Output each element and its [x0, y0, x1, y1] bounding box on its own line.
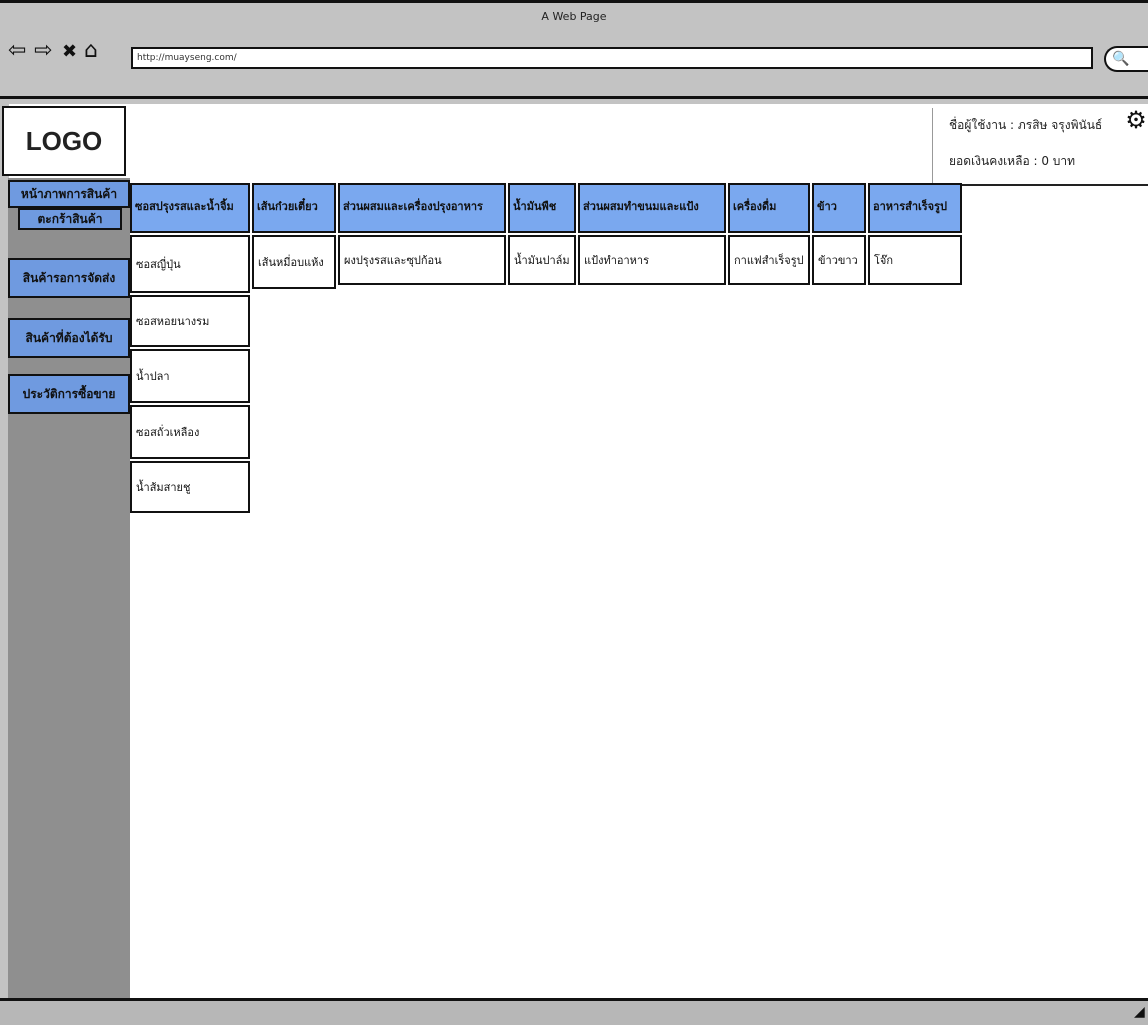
sidebar-item-products[interactable]: หน้าภาพการสินค้า — [8, 180, 130, 208]
subitem-stock-cubes[interactable]: ผงปรุงรสและซุปก้อน — [338, 235, 506, 285]
user-info-panel: ชื่อผู้ใช้งาน : ภรสิษ จรุงพินันธ์ ยอดเงิ… — [932, 108, 1148, 186]
sidebar: หน้าภาพการสินค้า ตะกร้าสินค้า สินค้ารอกา… — [8, 178, 130, 999]
back-arrow-icon[interactable]: ⇦ — [8, 40, 26, 62]
sidebar-item-cart[interactable]: ตะกร้าสินค้า — [18, 208, 122, 230]
subitem-oyster-sauce[interactable]: ซอสหอยนางรม — [130, 295, 250, 347]
subitem-porridge[interactable]: โจ๊ก — [868, 235, 962, 285]
balance-label: ยอดเงินคงเหลือ : 0 บาท — [949, 154, 1076, 168]
category-beverages[interactable]: เครื่องดื่ม — [728, 183, 810, 233]
home-icon[interactable]: ⌂ — [84, 40, 98, 62]
category-vegetable-oil[interactable]: น้ำมันพืช — [508, 183, 576, 233]
close-icon[interactable]: ✖ — [62, 43, 77, 61]
category-sauces[interactable]: ซอสปรุงรสและน้ำจิ้ม — [130, 183, 250, 233]
search-icon[interactable]: 🔍 — [1104, 46, 1148, 72]
status-bar — [0, 998, 1148, 1025]
toolbar-divider — [0, 96, 1148, 99]
subitem-cooking-flour[interactable]: แป้งทำอาหาร — [578, 235, 726, 285]
category-seasonings[interactable]: ส่วนผสมและเครื่องปรุงอาหาร — [338, 183, 506, 233]
gear-icon[interactable]: ⚙ — [1124, 108, 1148, 132]
subitem-white-rice[interactable]: ข้าวขาว — [812, 235, 866, 285]
subitem-fish-sauce[interactable]: น้ำปลา — [130, 349, 250, 403]
forward-arrow-icon[interactable]: ⇨ — [34, 40, 52, 62]
subitem-soy-sauce[interactable]: ซอสถั่วเหลือง — [130, 405, 250, 459]
resize-handle-icon[interactable]: ◢ — [1134, 1004, 1145, 1020]
subitem-japanese-sauce[interactable]: ซอสญี่ปุ่น — [130, 235, 250, 293]
subitem-palm-oil[interactable]: น้ำมันปาล์ม — [508, 235, 576, 285]
category-ready-meals[interactable]: อาหารสำเร็จรูป — [868, 183, 962, 233]
sidebar-item-to-receive[interactable]: สินค้าที่ต้องได้รับ — [8, 318, 130, 358]
window-title: A Web Page — [541, 10, 607, 23]
category-rice[interactable]: ข้าว — [812, 183, 866, 233]
sidebar-item-pending-shipment[interactable]: สินค้ารอการจัดส่ง — [8, 258, 130, 298]
address-bar[interactable]: http://muayseng.com/ — [131, 47, 1093, 69]
category-noodles[interactable]: เส้นก๋วยเตี๋ยว — [252, 183, 336, 233]
sidebar-item-history[interactable]: ประวัติการซื้อขาย — [8, 374, 130, 414]
subitem-dried-vermicelli[interactable]: เส้นหมี่อบแห้ง — [252, 235, 336, 289]
username-label: ชื่อผู้ใช้งาน : ภรสิษ จรุงพินันธ์ — [949, 118, 1103, 132]
subitem-instant-coffee[interactable]: กาแฟสำเร็จรูป — [728, 235, 810, 285]
logo: LOGO — [2, 106, 126, 176]
category-baking[interactable]: ส่วนผสมทำขนมและแป้ง — [578, 183, 726, 233]
subitem-vinegar[interactable]: น้ำส้มสายชู — [130, 461, 250, 513]
